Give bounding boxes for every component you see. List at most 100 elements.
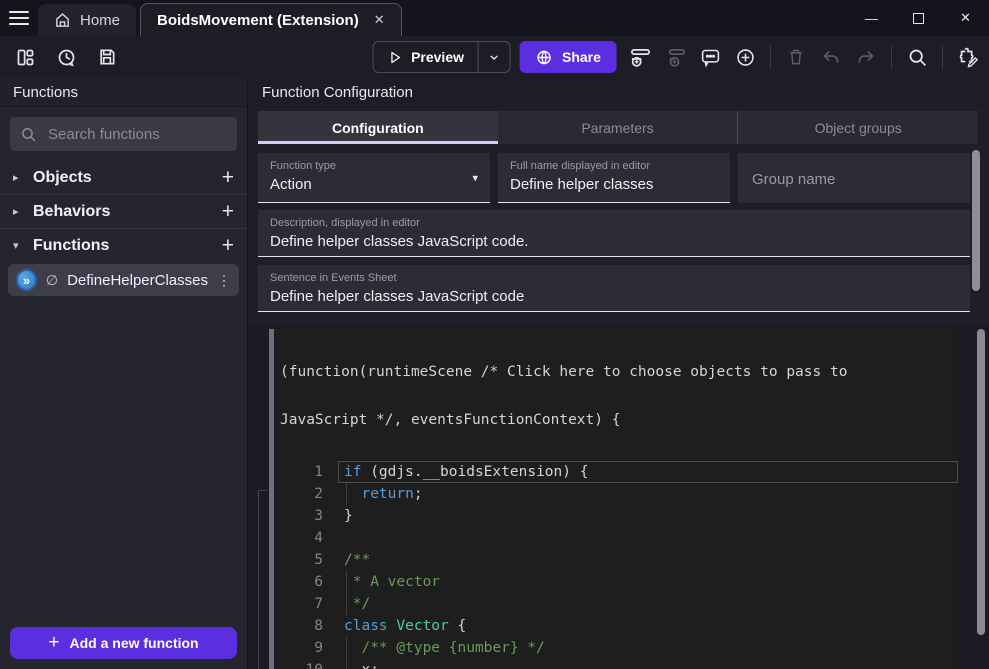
toolbar-divider <box>942 45 943 69</box>
add-comment-icon[interactable] <box>697 44 723 70</box>
chevron-right-icon[interactable]: ▸ <box>13 171 23 184</box>
full-name-field[interactable]: Full name displayed in editor Define hel… <box>498 153 730 203</box>
undo-icon[interactable] <box>818 44 844 70</box>
sidebar-item-behaviors[interactable]: ▸ Behaviors + <box>0 195 247 228</box>
code-text[interactable]: /** @type {number} */ <box>338 637 958 659</box>
code-text[interactable]: x; <box>338 659 958 669</box>
code-line[interactable]: 10 x; <box>276 659 958 669</box>
section-label: Functions <box>33 237 109 255</box>
function-gear-icon: » <box>16 269 37 291</box>
globe-icon <box>536 49 553 66</box>
line-number: 4 <box>276 527 338 549</box>
sentence-field[interactable]: Sentence in Events Sheet Define helper c… <box>258 265 970 312</box>
add-behavior-button[interactable]: + <box>222 201 234 222</box>
edit-extension-icon[interactable] <box>955 44 981 70</box>
line-number: 5 <box>276 549 338 571</box>
layout-panels-icon[interactable] <box>12 44 38 70</box>
sidebar-item-functions[interactable]: ▾ Functions + <box>0 229 247 262</box>
app-window: Home BoidsMovement (Extension) ✕ — ✕ <box>0 0 989 669</box>
code-text[interactable]: } <box>338 505 958 527</box>
sidebar-item-objects[interactable]: ▸ Objects + <box>0 161 247 194</box>
events-sheet: (function(runtimeScene /* Click here to … <box>248 325 989 669</box>
code-text[interactable] <box>338 527 958 549</box>
code-line[interactable]: 6 * A vector <box>276 571 958 593</box>
code-line[interactable]: 7 */ <box>276 593 958 615</box>
add-other-event-icon[interactable] <box>732 44 758 70</box>
add-new-function-label: Add a new function <box>70 635 199 651</box>
code-line[interactable]: 9 /** @type {number} */ <box>276 637 958 659</box>
chevron-right-icon[interactable]: ▸ <box>13 205 23 218</box>
section-label: Behaviors <box>33 203 110 221</box>
add-subevent-icon[interactable] <box>662 44 688 70</box>
search-box[interactable] <box>10 117 237 151</box>
app-body: Functions ▸ Objects + ▸ Behaviors + <box>0 78 989 669</box>
line-number: 6 <box>276 571 338 593</box>
function-list-item-selected[interactable]: » ∅ DefineHelperClasses ⋮ <box>8 264 239 296</box>
toolbar-divider <box>770 45 771 69</box>
maximize-button[interactable] <box>895 0 942 36</box>
code-text[interactable]: class Vector { <box>338 615 958 637</box>
save-icon[interactable] <box>94 44 120 70</box>
toolbar: Preview Share <box>0 36 989 78</box>
add-new-function-button[interactable]: + Add a new function <box>10 627 237 659</box>
function-type-select[interactable]: Function type Action ▾ <box>258 153 490 203</box>
field-value: Define helper classes JavaScript code <box>270 288 958 305</box>
page-title: Function Configuration <box>248 78 989 107</box>
code-header[interactable]: (function(runtimeScene /* Click here to … <box>276 329 958 461</box>
add-function-button[interactable]: + <box>222 235 234 256</box>
code-scrollbar[interactable] <box>977 329 985 635</box>
delete-icon[interactable] <box>783 44 809 70</box>
plus-icon: + <box>48 632 59 654</box>
config-scrollbar[interactable] <box>972 150 980 291</box>
search-icon <box>20 126 37 143</box>
tab-document[interactable]: BoidsMovement (Extension) ✕ <box>140 3 402 36</box>
kebab-menu-icon[interactable]: ⋮ <box>217 272 231 289</box>
description-field[interactable]: Description, displayed in editor Define … <box>258 210 970 257</box>
preview-button[interactable]: Preview <box>372 41 511 73</box>
tab-close-icon[interactable]: ✕ <box>374 12 385 28</box>
search-icon[interactable] <box>904 44 930 70</box>
main-menu-button[interactable] <box>0 0 38 36</box>
play-icon <box>387 50 402 65</box>
field-label: Sentence in Events Sheet <box>270 272 958 284</box>
field-value: Define helper classes JavaScript code. <box>270 233 958 250</box>
code-text[interactable]: /** <box>338 549 958 571</box>
close-button[interactable]: ✕ <box>942 0 989 36</box>
preview-dropdown-button[interactable] <box>479 51 510 64</box>
chevron-down-icon[interactable]: ▾ <box>13 239 23 252</box>
minimize-button[interactable]: — <box>848 0 895 36</box>
code-line[interactable]: 4 <box>276 527 958 549</box>
code-text[interactable]: */ <box>338 593 958 615</box>
code-line[interactable]: 1if (gdjs.__boidsExtension) { <box>276 461 958 483</box>
tab-home[interactable]: Home <box>38 4 136 36</box>
add-event-icon[interactable] <box>627 44 653 70</box>
code-text[interactable]: if (gdjs.__boidsExtension) { <box>338 461 958 483</box>
event-drag-handle[interactable] <box>269 329 274 669</box>
private-icon: ∅ <box>46 272 58 289</box>
dropdown-caret-icon: ▾ <box>472 171 478 184</box>
line-number: 10 <box>276 659 338 669</box>
code-text[interactable]: * A vector <box>338 571 958 593</box>
tab-configuration[interactable]: Configuration <box>258 111 498 144</box>
group-name-input[interactable] <box>750 170 958 189</box>
search-input[interactable] <box>46 125 249 144</box>
toolbar-left-group <box>12 36 120 78</box>
tab-parameters[interactable]: Parameters <box>498 111 738 144</box>
code-line[interactable]: 5/** <box>276 549 958 571</box>
share-button[interactable]: Share <box>520 41 617 73</box>
sidebar-footer: + Add a new function <box>0 617 247 669</box>
add-object-button[interactable]: + <box>222 167 234 188</box>
tab-object-groups[interactable]: Object groups <box>737 111 978 144</box>
code-line[interactable]: 3} <box>276 505 958 527</box>
group-name-field[interactable] <box>738 153 970 203</box>
line-number: 3 <box>276 505 338 527</box>
js-code-editor[interactable]: (function(runtimeScene /* Click here to … <box>276 329 958 669</box>
share-label: Share <box>562 49 601 65</box>
version-history-icon[interactable] <box>53 44 79 70</box>
code-text[interactable]: return; <box>338 483 958 505</box>
code-line[interactable]: 2 return; <box>276 483 958 505</box>
field-value: Define helper classes <box>510 176 718 193</box>
code-line[interactable]: 8class Vector { <box>276 615 958 637</box>
line-number: 9 <box>276 637 338 659</box>
redo-icon[interactable] <box>853 44 879 70</box>
